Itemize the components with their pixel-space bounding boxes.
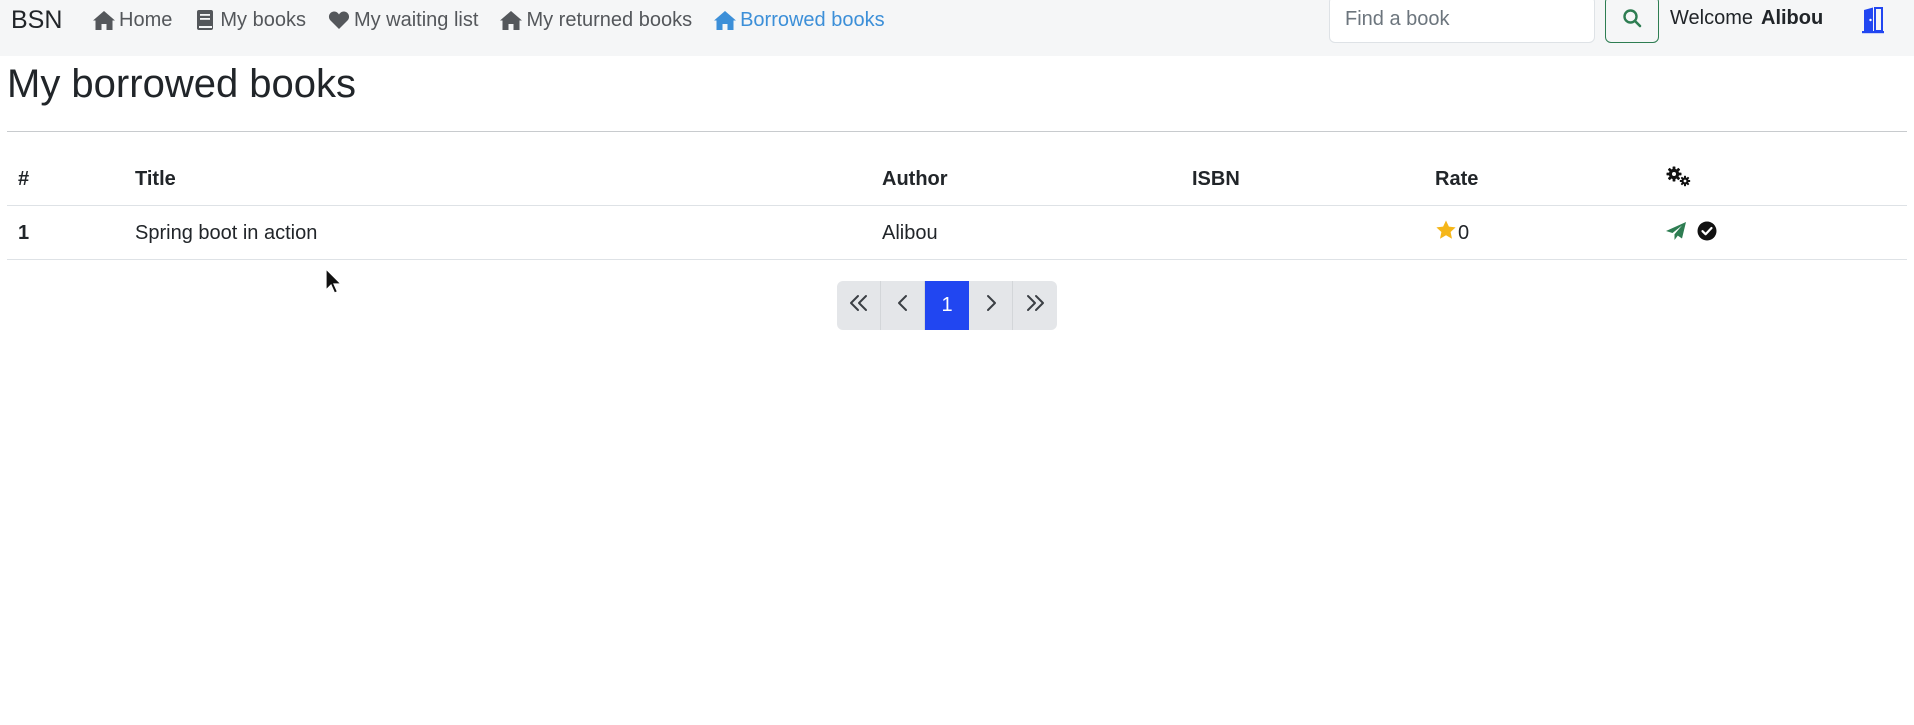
header-num: #	[18, 167, 30, 190]
door-open-icon	[1860, 7, 1886, 38]
heart-icon	[327, 9, 351, 31]
page-first-button[interactable]	[837, 281, 881, 330]
header-title: Title	[135, 167, 176, 190]
home-icon	[499, 9, 523, 31]
borrowed-books-table: # Title Author ISBN Rate 1 Spring boot i…	[7, 152, 1907, 260]
search-button[interactable]	[1605, 0, 1659, 43]
chevron-right-icon	[984, 294, 998, 318]
page-last-button[interactable]	[1013, 281, 1057, 330]
nav-link-label: My books	[220, 8, 306, 31]
nav-link-home[interactable]: Home	[92, 9, 172, 32]
nav-link-label: Borrowed books	[740, 8, 885, 31]
username: Alibou	[1761, 7, 1824, 29]
search-icon	[1622, 8, 1642, 31]
nav-link-borrowed-books[interactable]: Borrowed books	[713, 9, 885, 32]
nav-link-label: My waiting list	[353, 8, 479, 31]
double-chevron-left-icon	[848, 294, 870, 318]
home-icon	[713, 9, 737, 31]
mouse-cursor-icon	[325, 267, 343, 296]
check-circle-icon[interactable]	[1697, 221, 1717, 241]
navbar: BSN Home My books My waiting list My ret…	[0, 0, 1914, 56]
cell-title: Spring boot in action	[135, 221, 318, 244]
divider	[7, 131, 1907, 132]
header-rate: Rate	[1435, 167, 1479, 190]
page-next-button[interactable]	[969, 281, 1013, 330]
page-prev-button[interactable]	[881, 281, 925, 330]
table-header-row: # Title Author ISBN Rate	[7, 152, 1907, 206]
cell-author: Alibou	[882, 221, 938, 244]
paper-plane-icon[interactable]	[1665, 221, 1687, 241]
home-icon	[92, 9, 116, 31]
pagination: 1	[837, 281, 1057, 330]
nav-links: Home My books My waiting list My returne…	[92, 7, 906, 33]
header-author: Author	[882, 167, 948, 190]
star-icon	[1435, 219, 1457, 247]
nav-link-waiting-list[interactable]: My waiting list	[327, 9, 478, 32]
welcome-label: Welcome	[1670, 7, 1753, 29]
double-chevron-right-icon	[1024, 294, 1046, 318]
rate-value: 0	[1458, 221, 1470, 244]
gears-icon	[1665, 165, 1693, 193]
header-actions	[1665, 152, 1693, 206]
cell-num: 1	[18, 221, 30, 244]
book-icon	[193, 9, 217, 31]
nav-link-label: Home	[119, 8, 173, 31]
header-isbn: ISBN	[1192, 167, 1240, 190]
logout-button[interactable]	[1860, 6, 1886, 34]
welcome-text: Welcome Alibou	[1670, 7, 1823, 30]
cell-rate: 0	[1435, 206, 1469, 260]
page-number-button[interactable]: 1	[925, 281, 969, 330]
table-row: 1 Spring boot in action Alibou 0	[7, 206, 1907, 260]
nav-link-returned-books[interactable]: My returned books	[499, 9, 692, 32]
search-input[interactable]	[1329, 0, 1595, 43]
cell-actions	[1665, 206, 1717, 260]
nav-link-label: My returned books	[526, 8, 693, 31]
brand-logo[interactable]: BSN	[11, 6, 62, 35]
page-title: My borrowed books	[7, 62, 357, 106]
chevron-left-icon	[896, 294, 910, 318]
nav-link-my-books[interactable]: My books	[193, 9, 306, 32]
